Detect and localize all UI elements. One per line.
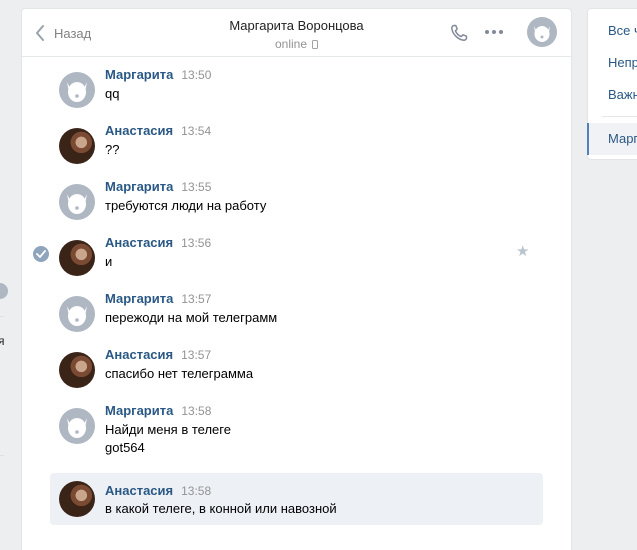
peer-status: online bbox=[274, 36, 319, 52]
message-author[interactable]: Маргарита bbox=[105, 67, 173, 82]
message-meta: Маргарита 13:55 bbox=[105, 179, 211, 194]
avatar[interactable] bbox=[59, 296, 95, 332]
chat-header: Назад Маргарита Воронцова online bbox=[22, 9, 571, 57]
filter-all[interactable]: Все ч bbox=[608, 23, 637, 38]
message-text: ?? bbox=[105, 142, 120, 157]
message-meta: Анастасия 13:54 bbox=[105, 123, 211, 138]
message-meta: Анастасия 13:56 bbox=[105, 235, 211, 250]
message-item[interactable]: Маргарита 13:57 пережоди на мой телеграм… bbox=[50, 290, 543, 346]
chat-panel: Назад Маргарита Воронцова online Маргари… bbox=[21, 8, 572, 550]
message-item[interactable]: Анастасия 13:56 и ★ bbox=[33, 234, 543, 290]
message-time[interactable]: 13:56 bbox=[181, 236, 211, 250]
message-text: qq bbox=[105, 86, 120, 101]
avatar[interactable] bbox=[59, 481, 95, 517]
dialog-filters: Все ч Непр Важн Марг bbox=[587, 8, 637, 160]
message-item[interactable]: Анастасия 13:57 спасибо нет телеграмма bbox=[50, 346, 543, 402]
message-author[interactable]: Анастасия bbox=[105, 483, 173, 498]
message-item[interactable]: Анастасия 13:58 в какой телеге, в конной… bbox=[50, 473, 543, 525]
message-author[interactable]: Анастасия bbox=[105, 123, 173, 138]
peer-status-text: online bbox=[274, 37, 308, 51]
message-time[interactable]: 13:54 bbox=[181, 124, 211, 138]
message-time[interactable]: 13:50 bbox=[181, 68, 211, 82]
filter-active-label: Марг bbox=[608, 131, 637, 146]
avatar[interactable] bbox=[59, 184, 95, 220]
phone-icon[interactable] bbox=[449, 23, 469, 46]
divider bbox=[602, 116, 637, 117]
message-item[interactable]: Маргарита 13:58 Найди меня в телеге got5… bbox=[50, 402, 543, 472]
message-meta: Маргарита 13:58 bbox=[105, 403, 211, 418]
message-text: и bbox=[105, 254, 113, 269]
left-edge-text: я bbox=[0, 334, 5, 348]
message-time[interactable]: 13:55 bbox=[181, 180, 211, 194]
message-time[interactable]: 13:57 bbox=[181, 348, 211, 362]
message-text: требуются люди на работу bbox=[105, 198, 267, 213]
message-text: Найди меня в телеге got564 bbox=[105, 422, 231, 455]
message-time[interactable]: 13:58 bbox=[181, 484, 211, 498]
filter-unread[interactable]: Непр bbox=[608, 55, 637, 70]
message-meta: Маргарита 13:57 bbox=[105, 291, 211, 306]
filter-active-dialog[interactable]: Марг bbox=[587, 123, 637, 155]
message-time[interactable]: 13:57 bbox=[181, 292, 211, 306]
message-item[interactable]: Анастасия 13:54 ?? bbox=[50, 122, 543, 178]
divider bbox=[0, 316, 4, 317]
message-author[interactable]: Маргарита bbox=[105, 403, 173, 418]
message-meta: Маргарита 13:50 bbox=[105, 67, 211, 82]
message-text: пережоди на мой телеграмм bbox=[105, 310, 278, 325]
message-item[interactable]: Маргарита 13:50 qq bbox=[50, 66, 543, 122]
avatar[interactable] bbox=[59, 72, 95, 108]
peer-avatar[interactable] bbox=[527, 17, 557, 47]
avatar[interactable] bbox=[59, 128, 95, 164]
avatar[interactable] bbox=[59, 352, 95, 388]
message-author[interactable]: Анастасия bbox=[105, 235, 173, 250]
filter-important[interactable]: Важн bbox=[608, 87, 637, 102]
message-text: в какой телеге, в конной или навозной bbox=[105, 501, 337, 516]
avatar[interactable] bbox=[59, 240, 95, 276]
message-meta: Анастасия 13:58 bbox=[105, 483, 211, 498]
star-icon[interactable]: ★ bbox=[516, 244, 529, 259]
message-text: спасибо нет телеграмма bbox=[105, 366, 254, 381]
peer-info: Маргарита Воронцова online bbox=[22, 17, 571, 52]
message-time[interactable]: 13:58 bbox=[181, 404, 211, 418]
mobile-icon bbox=[312, 39, 319, 49]
avatar[interactable] bbox=[59, 408, 95, 444]
more-icon[interactable] bbox=[485, 30, 503, 34]
message-author[interactable]: Маргарита bbox=[105, 179, 173, 194]
left-edge-badge bbox=[0, 283, 8, 299]
selected-check-icon[interactable] bbox=[33, 246, 49, 262]
divider bbox=[0, 455, 4, 456]
message-author[interactable]: Маргарита bbox=[105, 291, 173, 306]
message-item[interactable]: Маргарита 13:55 требуются люди на работу bbox=[50, 178, 543, 234]
message-author[interactable]: Анастасия bbox=[105, 347, 173, 362]
message-meta: Анастасия 13:57 bbox=[105, 347, 211, 362]
